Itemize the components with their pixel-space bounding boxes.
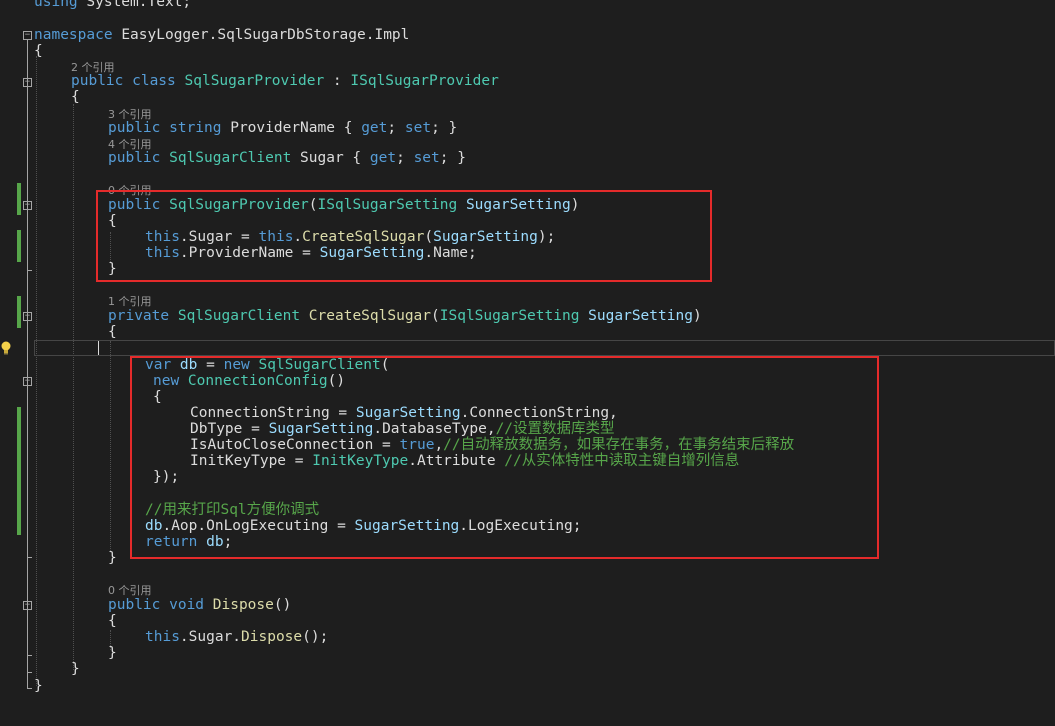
- code-line-brace: {: [108, 324, 117, 340]
- code-editor[interactable]: − − − − − − using System.Text; namespace…: [0, 0, 1055, 706]
- code-line-provider-name: public string ProviderName { get; set; }: [108, 120, 458, 136]
- code-line-method: private SqlSugarClient CreateSqlSugar(IS…: [108, 308, 702, 324]
- code-line-brace: }: [34, 678, 43, 694]
- annotation-box-constructor: [96, 190, 712, 282]
- code-line-brace: {: [34, 43, 43, 59]
- codelens-references[interactable]: 0 个引用: [108, 585, 152, 597]
- code-line-brace: {: [71, 89, 80, 105]
- codelens-references[interactable]: 1 个引用: [108, 296, 152, 308]
- code-line-brace: {: [108, 613, 117, 629]
- code-line-sugar: public SqlSugarClient Sugar { get; set; …: [108, 150, 466, 166]
- code-line-class: public class SqlSugarProvider : ISqlSuga…: [71, 73, 499, 89]
- code-line-brace: }: [108, 645, 117, 661]
- code-line-dispose: public void Dispose(): [108, 597, 292, 613]
- text-caret: [98, 341, 99, 355]
- annotation-box-create-method: [130, 356, 879, 559]
- code-line-dispose-body: this.Sugar.Dispose();: [145, 629, 329, 645]
- code-line-using: using System.Text;: [34, 0, 192, 10]
- code-line-brace: }: [71, 661, 80, 677]
- code-line-namespace: namespace EasyLogger.SqlSugarDbStorage.I…: [34, 27, 410, 43]
- current-line-highlight: [34, 340, 1055, 356]
